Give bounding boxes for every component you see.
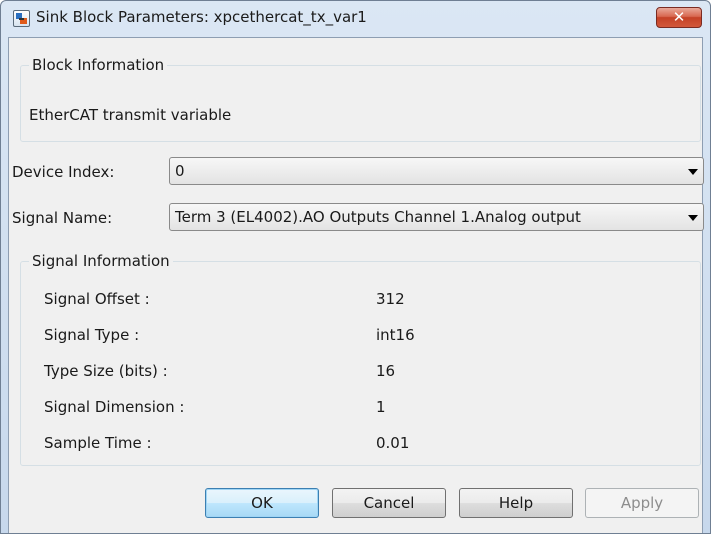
type-size-value: 16 (376, 362, 396, 380)
dialog-window: Sink Block Parameters: xpcethercat_tx_va… (0, 0, 711, 534)
block-information-legend: Block Information (29, 56, 168, 74)
chevron-down-icon (688, 215, 698, 221)
signal-type-value: int16 (376, 326, 415, 344)
help-button[interactable]: Help (459, 488, 573, 518)
signal-name-value: Term 3 (EL4002).AO Outputs Channel 1.Ana… (175, 208, 581, 226)
title-bar[interactable]: Sink Block Parameters: xpcethercat_tx_va… (1, 1, 710, 37)
sample-time-label: Sample Time : (44, 434, 152, 452)
cancel-button[interactable]: Cancel (332, 488, 446, 518)
block-information-group: Block Information EtherCAT transmit vari… (20, 56, 701, 142)
close-button[interactable]: ✕ (656, 7, 702, 28)
signal-information-legend: Signal Information (29, 252, 173, 270)
block-description: EtherCAT transmit variable (29, 106, 232, 124)
type-size-label: Type Size (bits) : (44, 362, 168, 380)
dialog-body: Block Information EtherCAT transmit vari… (8, 37, 704, 533)
signal-name-select[interactable]: Term 3 (EL4002).AO Outputs Channel 1.Ana… (169, 203, 704, 231)
chevron-down-icon (688, 169, 698, 175)
signal-information-group: Signal Information Signal Offset : 312 S… (20, 252, 701, 466)
device-index-select[interactable]: 0 (169, 157, 704, 185)
signal-offset-label: Signal Offset : (44, 290, 150, 308)
signal-type-label: Signal Type : (44, 326, 140, 344)
close-icon: ✕ (672, 8, 686, 26)
device-index-label: Device Index: (12, 163, 115, 181)
signal-offset-value: 312 (376, 290, 405, 308)
simulink-block-icon (13, 10, 30, 27)
apply-button[interactable]: Apply (585, 488, 699, 518)
device-index-value: 0 (175, 162, 185, 180)
window-title: Sink Block Parameters: xpcethercat_tx_va… (36, 8, 367, 26)
sample-time-value: 0.01 (376, 434, 410, 452)
signal-name-label: Signal Name: (12, 209, 113, 227)
signal-dimension-value: 1 (376, 398, 386, 416)
ok-button[interactable]: OK (205, 488, 319, 518)
signal-dimension-label: Signal Dimension : (44, 398, 185, 416)
